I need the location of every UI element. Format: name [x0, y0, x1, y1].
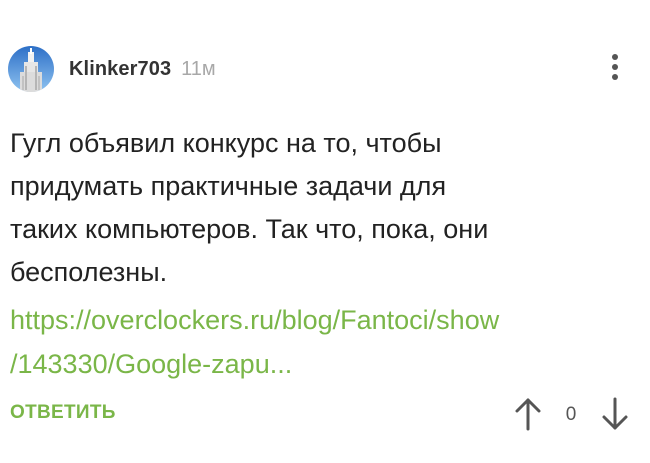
upvote-button[interactable]	[511, 394, 545, 434]
comment-body-line: бесполезны.	[10, 257, 168, 287]
comment-body-line: придумать практичные задачи для	[10, 171, 447, 201]
avatar-image	[8, 46, 54, 92]
username[interactable]: Klinker703	[69, 58, 171, 81]
comment-body-line: Гугл объявил конкурс на то, чтобы	[10, 128, 442, 158]
comment-body-line: таких компьютеров. Так что, пока, они	[10, 214, 489, 244]
comment-body: Гугл объявил конкурс на то, чтобы придум…	[10, 122, 620, 294]
downvote-button[interactable]	[598, 394, 632, 434]
reply-button[interactable]: ОТВЕТИТЬ	[10, 402, 116, 424]
comment-actions: ОТВЕТИТЬ 0	[0, 392, 650, 438]
arrow-down-icon	[602, 397, 628, 430]
more-options-button[interactable]	[598, 50, 632, 84]
comment-timestamp: 11м	[181, 57, 216, 80]
comment-link-line[interactable]: https://overclockers.ru/blog/Fantoci/sho…	[10, 298, 630, 342]
arrow-up-icon	[515, 398, 541, 431]
comment-card: Klinker703 11м Гугл объявил конкурс на т…	[0, 0, 650, 463]
more-vertical-icon-dot	[612, 74, 618, 80]
avatar[interactable]	[8, 46, 54, 92]
more-vertical-icon	[612, 54, 618, 60]
vote-count: 0	[565, 404, 577, 425]
comment-link-line[interactable]: /143330/Google-zapu...	[10, 342, 630, 386]
comment-header: Klinker703 11м	[8, 45, 216, 93]
more-vertical-icon-dot	[612, 64, 618, 70]
comment-link[interactable]: https://overclockers.ru/blog/Fantoci/sho…	[10, 298, 630, 386]
